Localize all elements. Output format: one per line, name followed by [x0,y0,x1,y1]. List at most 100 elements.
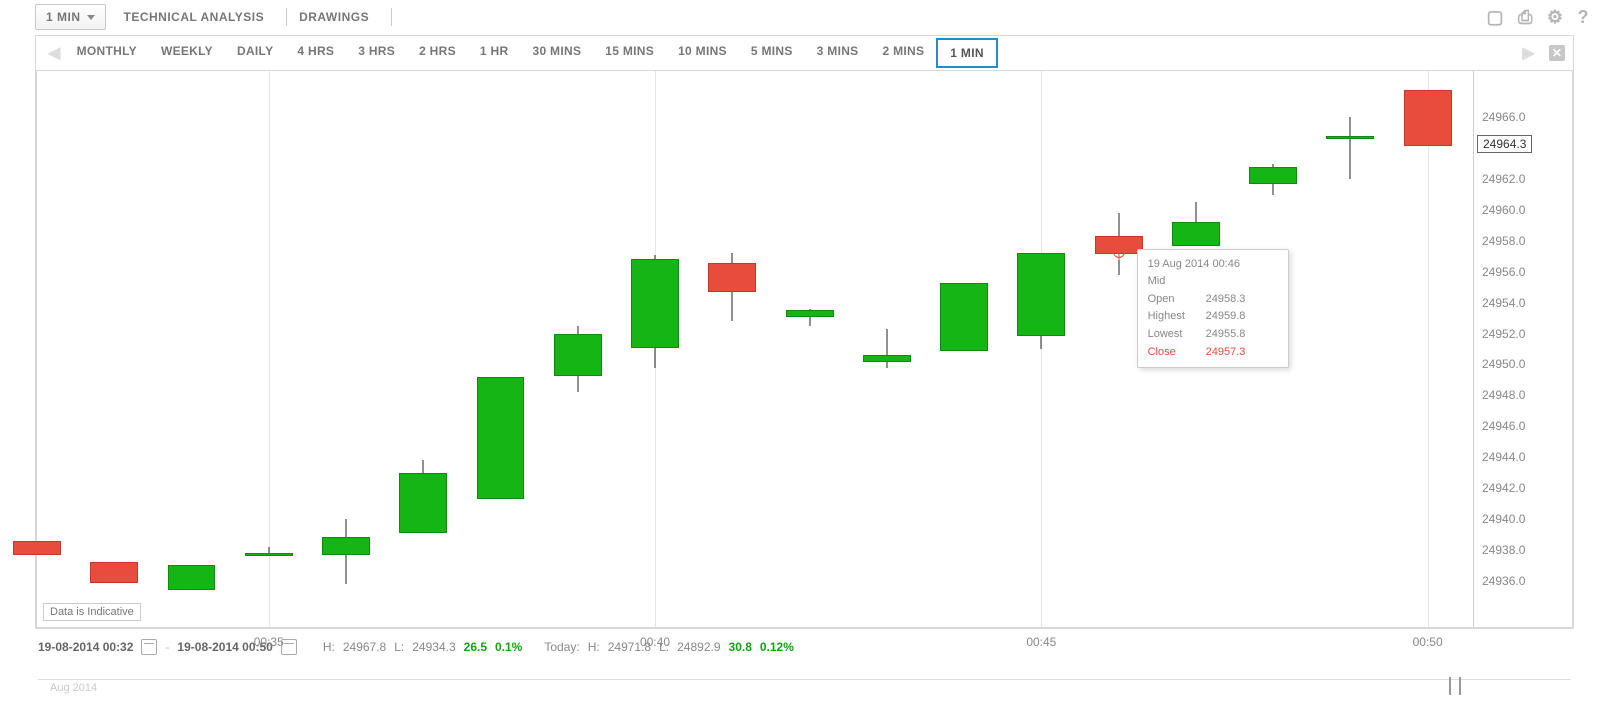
y-axis-tick: 24938.0 [1482,543,1525,557]
timeframe-tab[interactable]: 2 MINS [870,38,936,68]
x-axis-tick: 00:45 [1026,635,1056,649]
candle[interactable] [90,71,138,627]
y-axis-tick: 24966.0 [1482,110,1525,124]
tooltip-high-value: 24959.8 [1206,308,1246,326]
candle[interactable] [940,71,988,627]
print-icon[interactable]: ⎙ [1518,7,1533,28]
candle[interactable] [708,71,756,627]
footer-low-value: 24934.3 [412,640,455,654]
footer-high-label: H: [323,640,335,654]
candle-body [168,565,216,590]
tooltip-open-label: Open [1148,291,1206,309]
interval-dropdown-label: 1 MIN [46,10,81,24]
y-axis-tick: 24946.0 [1482,419,1525,433]
y-axis-tick: 24956.0 [1482,265,1525,279]
candle[interactable] [786,71,834,627]
candle[interactable] [322,71,370,627]
y-axis-tick: 24940.0 [1482,512,1525,526]
candle[interactable] [245,71,293,627]
timeframe-prev-icon[interactable]: ◀ [44,43,65,63]
timeframe-next-icon[interactable]: ▶ [1518,43,1539,63]
footer-high-value: 24967.8 [343,640,386,654]
timeframe-tab[interactable]: 2 HRS [407,38,468,68]
timeframe-tab[interactable]: 1 MIN [936,38,998,68]
tooltip-high-label: Highest [1148,308,1206,326]
tooltip-datetime: 19 Aug 2014 00:46 [1148,256,1278,274]
candle-body [90,562,138,583]
toolbar-separator [286,8,287,26]
current-price-marker: 24964.3 [1477,135,1532,153]
y-axis-tick: 24942.0 [1482,481,1525,495]
footer-stats: 19-08-2014 00:32 - 19-08-2014 00:50 H: 2… [0,629,1609,679]
candle-body [708,263,756,293]
y-axis: 24936.024938.024940.024942.024944.024946… [1473,71,1572,627]
x-axis-tick: 00:40 [640,635,670,649]
candle-tooltip: 19 Aug 2014 00:46 Mid Open24958.3 Highes… [1137,249,1289,369]
candle-body [863,355,911,362]
crosshair-marker [1113,246,1125,258]
footer-low-label: L: [394,640,404,654]
timeframe-bar: ◀ MONTHLYWEEKLYDAILY4 HRS3 HRS2 HRS1 HR3… [35,35,1574,71]
timeframe-tab[interactable]: WEEKLY [149,38,225,68]
candle[interactable] [168,71,216,627]
candle-body [1404,90,1452,146]
timeframe-tab[interactable]: 10 MINS [666,38,739,68]
tooltip-open-value: 24958.3 [1206,291,1246,309]
y-axis-tick: 24958.0 [1482,234,1525,248]
footer-from-date: 19-08-2014 00:32 [38,640,133,654]
chart-area[interactable]: 00:3500:4000:4500:50 24936.024938.024940… [35,71,1574,629]
timeframe-tab[interactable]: MONTHLY [65,38,149,68]
footer-dash: - [165,640,169,654]
technical-analysis-dropdown[interactable]: TECHNICAL ANALYSIS [114,5,281,29]
drawings-dropdown[interactable]: DRAWINGS [289,5,385,29]
timeframe-tab[interactable]: 5 MINS [739,38,805,68]
candle-body [399,473,447,534]
image-icon[interactable]: ▢ [1486,7,1504,28]
candle[interactable] [863,71,911,627]
calendar-icon[interactable] [141,639,157,655]
navigator-handle[interactable] [1449,677,1461,695]
footer-today-label: Today: [544,640,579,654]
timeframe-tab[interactable]: 4 HRS [285,38,346,68]
data-indicative-note: Data is Indicative [43,603,141,621]
y-axis-tick: 24950.0 [1482,357,1525,371]
help-icon[interactable]: ? [1578,7,1590,28]
candle[interactable] [1095,71,1143,627]
timeframe-tab[interactable]: 30 MINS [520,38,593,68]
toolbar-separator [391,8,392,26]
drawings-label: DRAWINGS [299,10,369,24]
candle-body [1249,167,1297,184]
footer-today-low-value: 24892.9 [677,640,720,654]
candle[interactable] [1404,71,1452,627]
calendar-icon[interactable] [281,639,297,655]
candle-body [322,537,370,554]
timeframe-tab[interactable]: DAILY [225,38,285,68]
y-axis-tick: 24962.0 [1482,172,1525,186]
candle[interactable] [1017,71,1065,627]
y-axis-tick: 24954.0 [1482,296,1525,310]
timeframe-tab[interactable]: 15 MINS [593,38,666,68]
timeframe-tab[interactable]: 3 HRS [346,38,407,68]
y-axis-tick: 24952.0 [1482,327,1525,341]
interval-dropdown[interactable]: 1 MIN [35,4,106,30]
candle[interactable] [1326,71,1374,627]
candle[interactable] [631,71,679,627]
candle-body [245,553,293,556]
candle[interactable] [554,71,602,627]
candle[interactable] [399,71,447,627]
candle[interactable] [13,71,61,627]
candle-body [631,259,679,347]
navigator[interactable]: Aug 2014 [38,679,1571,698]
y-axis-tick: 24960.0 [1482,203,1525,217]
gear-icon[interactable]: ⚙ [1547,7,1564,28]
timeframe-tab[interactable]: 3 MINS [805,38,871,68]
close-icon[interactable]: ✕ [1549,45,1565,61]
candle-body [786,310,834,317]
candle[interactable] [477,71,525,627]
tooltip-close-value: 24957.3 [1206,344,1246,362]
tooltip-low-value: 24955.8 [1206,326,1246,344]
timeframe-tab[interactable]: 1 HR [468,38,521,68]
chevron-down-icon [87,15,95,20]
tooltip-close-label: Close [1148,344,1206,362]
candle-body [1172,222,1220,246]
